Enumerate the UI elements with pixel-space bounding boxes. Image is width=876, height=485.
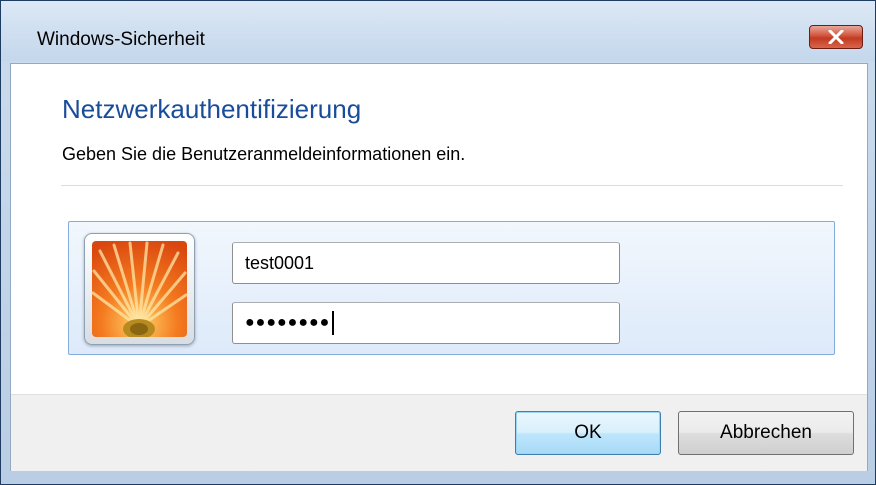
close-button[interactable] xyxy=(809,25,863,49)
ok-button[interactable]: OK xyxy=(515,411,661,455)
dialog-instruction: Geben Sie die Benutzeranmeldeinformation… xyxy=(62,144,466,164)
username-value: test0001 xyxy=(245,252,315,273)
credential-tile[interactable]: test0001 ●●●●●●●● xyxy=(68,221,835,355)
window-title: Windows-Sicherheit xyxy=(37,29,205,50)
title-bar[interactable]: Windows-Sicherheit xyxy=(1,1,875,61)
text-cursor xyxy=(332,311,335,335)
username-field[interactable]: test0001 xyxy=(232,242,620,284)
password-masked-value: ●●●●●●●● xyxy=(245,314,331,331)
password-field[interactable]: ●●●●●●●● xyxy=(232,302,620,344)
separator xyxy=(61,185,843,186)
close-icon xyxy=(828,30,844,44)
dialog-heading: Netzwerkauthentifizierung xyxy=(62,94,362,124)
user-avatar xyxy=(84,233,195,345)
security-dialog-window: Windows-Sicherheit Netzwerkauthentifizie… xyxy=(0,0,876,485)
dialog-content: Netzwerkauthentifizierung Geben Sie die … xyxy=(10,63,868,471)
cancel-button[interactable]: Abbrechen xyxy=(678,411,854,455)
button-bar: OK Abbrechen xyxy=(11,394,867,471)
